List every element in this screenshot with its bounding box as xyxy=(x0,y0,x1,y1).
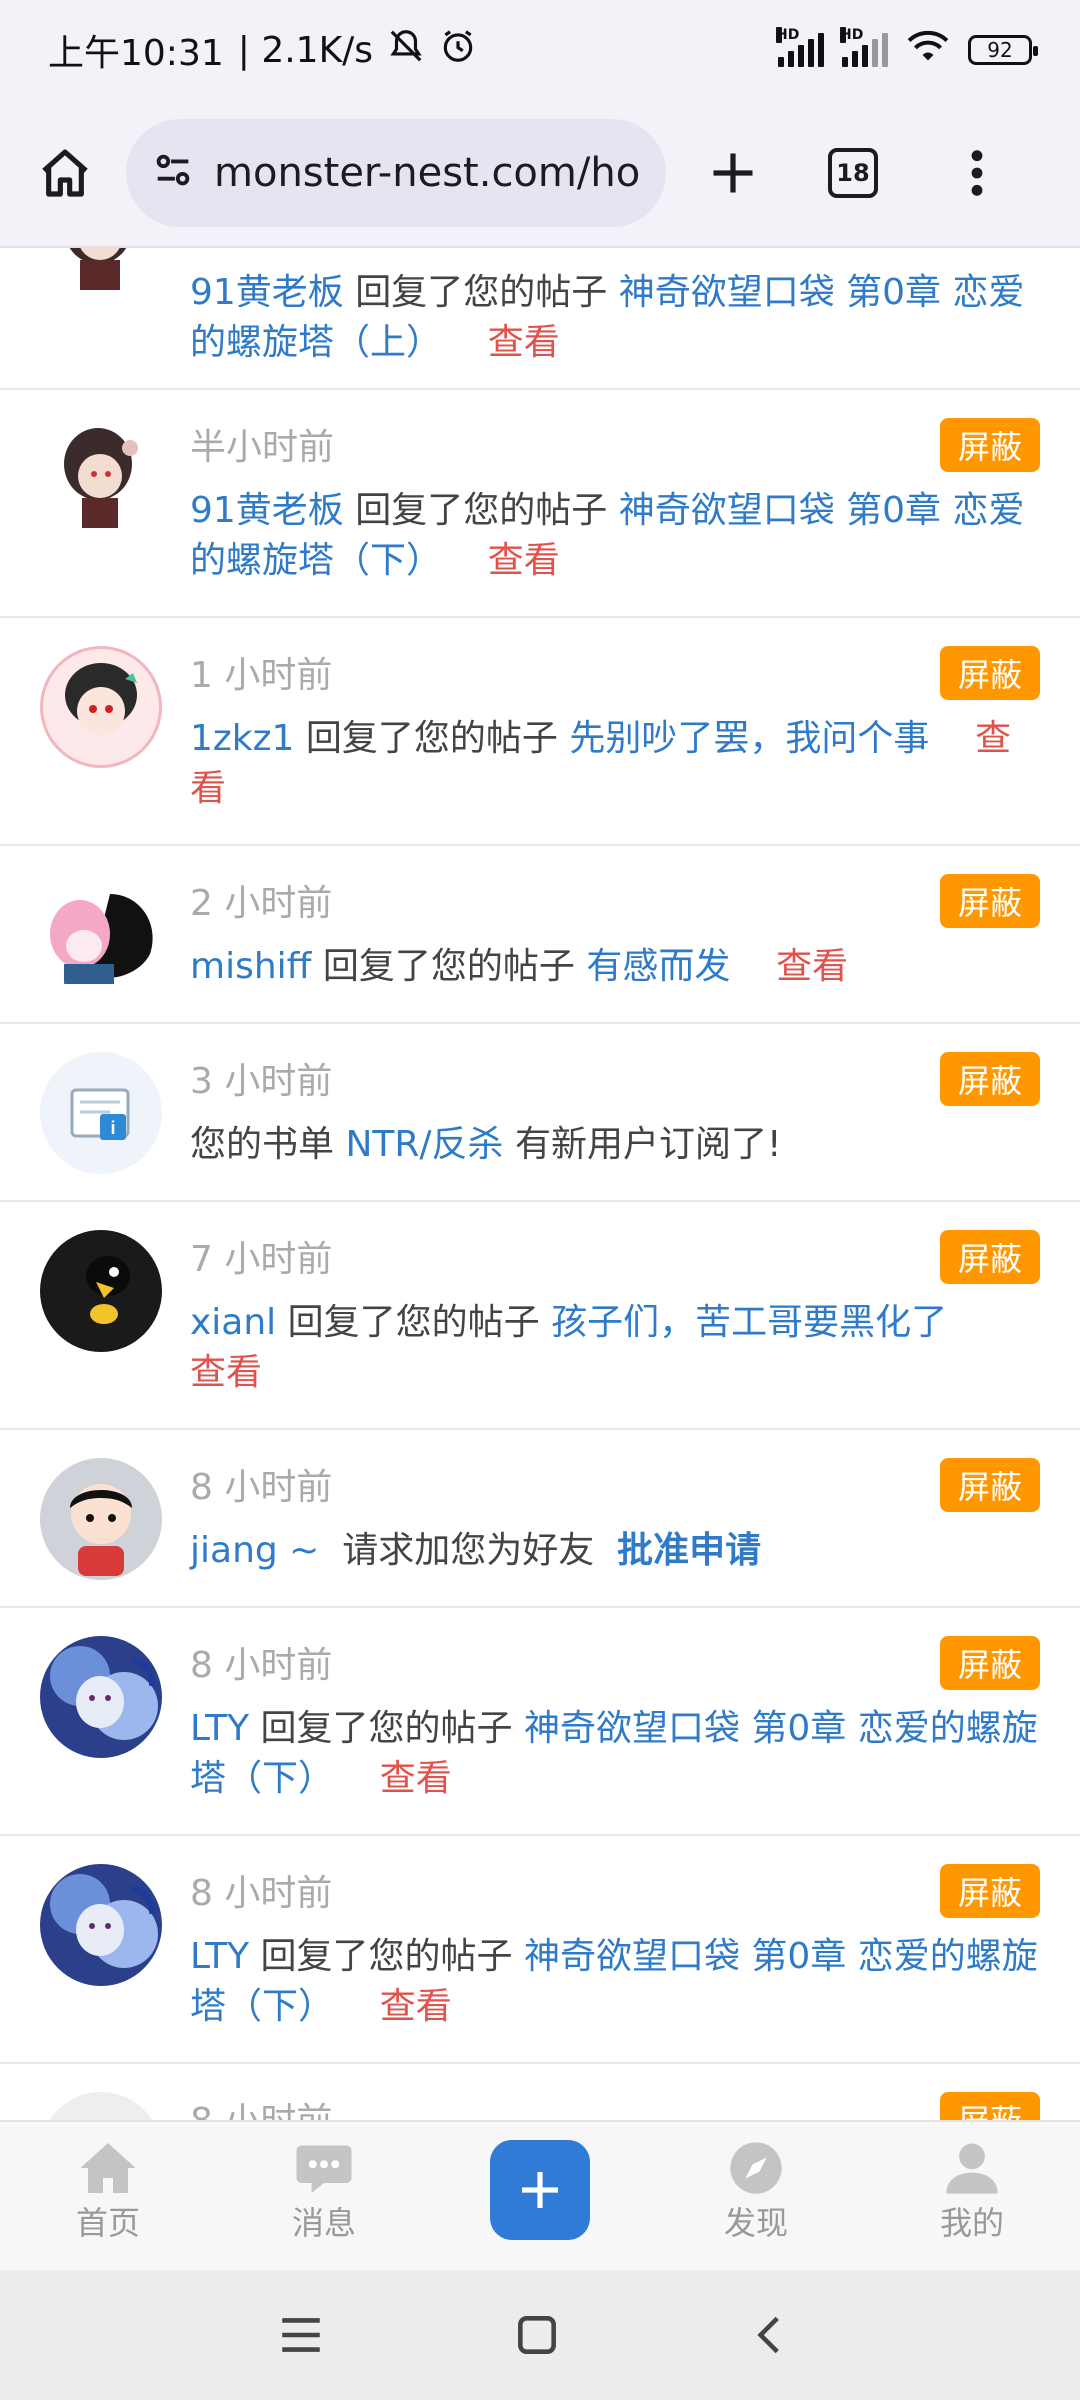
block-button[interactable]: 屏蔽 xyxy=(940,874,1040,928)
nav-mine[interactable]: 我的 xyxy=(892,2140,1052,2244)
list-item: 8 小时前 屏蔽 LTY 回复了您的帖子 神奇欲望口袋 第0章 恋爱的螺旋塔（下… xyxy=(0,1608,1080,1836)
timestamp: 8 小时前 xyxy=(190,2092,332,2120)
message-icon xyxy=(296,2145,352,2193)
notification-list: 91黄老板 回复了您的帖子 神奇欲望口袋 第0章 恋爱的螺旋塔（上） 查看 半小… xyxy=(0,248,1080,2120)
create-post-button[interactable] xyxy=(490,2140,590,2240)
mute-icon xyxy=(387,27,425,74)
plus-icon xyxy=(522,2172,558,2208)
list-item: 8 小时前 屏蔽 LTY 回复了您的帖子 神奇欲望口袋 第0章 恋爱的螺旋塔（下… xyxy=(0,1836,1080,2064)
post-link[interactable]: 有感而发 xyxy=(586,946,730,987)
tab-switcher-button[interactable]: 18 xyxy=(816,136,890,210)
user-icon xyxy=(946,2143,998,2194)
user-link[interactable]: LTY xyxy=(190,1936,249,1977)
avatar[interactable] xyxy=(40,646,162,768)
alarm-icon xyxy=(439,27,477,74)
block-button[interactable]: 屏蔽 xyxy=(940,1864,1040,1918)
booklist-link[interactable]: NTR/反杀 xyxy=(345,1124,503,1165)
signal-icon: HD xyxy=(840,27,888,67)
new-tab-icon[interactable] xyxy=(696,136,770,210)
user-link[interactable]: jiang ~ xyxy=(190,1530,319,1571)
system-notice-icon: i xyxy=(40,1052,162,1174)
list-item: 8 小时前 屏蔽 xyxy=(0,2064,1080,2120)
list-item: 8 小时前 屏蔽 jiang ~ 请求加您为好友 批准申请 xyxy=(0,1430,1080,1608)
home-square-icon[interactable] xyxy=(512,2310,562,2364)
clock: 上午10:31 xyxy=(48,33,224,74)
user-link[interactable]: LTY xyxy=(190,1708,249,1749)
timestamp: 8 小时前 xyxy=(190,1873,333,1914)
timestamp: 8 小时前 xyxy=(190,1467,333,1508)
network-speed: | 2.1K/s xyxy=(237,29,374,71)
menu-icon[interactable] xyxy=(276,2310,326,2364)
back-icon[interactable] xyxy=(746,2310,796,2364)
svg-text:i: i xyxy=(110,1118,115,1138)
block-button[interactable]: 屏蔽 xyxy=(940,1636,1040,1690)
user-link[interactable]: 91黄老板 xyxy=(190,490,344,531)
user-link[interactable]: 1zkz1 xyxy=(190,718,294,759)
view-link[interactable]: 查看 xyxy=(380,1986,452,2027)
post-link[interactable]: 先别吵了罢，我问个事 xyxy=(569,718,929,759)
view-link[interactable]: 查看 xyxy=(488,540,560,581)
timestamp: 1 小时前 xyxy=(190,655,333,696)
block-button[interactable]: 屏蔽 xyxy=(940,1458,1040,1512)
list-item: 7 小时前 屏蔽 xianl 回复了您的帖子 孩子们，苦工哥要黑化了 查看 xyxy=(0,1202,1080,1430)
signal-icon: HD xyxy=(776,27,824,67)
home-icon[interactable] xyxy=(28,136,102,210)
wifi-icon xyxy=(906,28,950,73)
timestamp: 3 小时前 xyxy=(190,1061,333,1102)
approve-request-link[interactable]: 批准申请 xyxy=(617,1530,761,1571)
browser-toolbar: monster-nest.com/ho 18 xyxy=(0,100,1080,248)
timestamp: 半小时前 xyxy=(190,427,335,468)
address-bar[interactable]: monster-nest.com/ho xyxy=(126,119,666,227)
compass-icon xyxy=(730,2142,782,2194)
block-button[interactable]: 屏蔽 xyxy=(940,418,1040,472)
list-item: 1 小时前 屏蔽 1zkz1 回复了您的帖子 先别吵了罢，我问个事 查看 xyxy=(0,618,1080,846)
avatar[interactable] xyxy=(40,2092,162,2120)
timestamp: 7 小时前 xyxy=(190,1239,333,1280)
view-link[interactable]: 查看 xyxy=(488,322,560,363)
avatar[interactable] xyxy=(40,418,162,540)
list-item: 半小时前 屏蔽 91黄老板 回复了您的帖子 神奇欲望口袋 第0章 恋爱的螺旋塔（… xyxy=(0,390,1080,618)
more-menu-icon[interactable] xyxy=(940,136,1014,210)
avatar[interactable] xyxy=(40,248,162,300)
user-link[interactable]: 91黄老板 xyxy=(190,272,344,313)
block-button[interactable]: 屏蔽 xyxy=(940,1052,1040,1106)
view-link[interactable]: 查看 xyxy=(190,1352,262,1393)
list-item: 91黄老板 回复了您的帖子 神奇欲望口袋 第0章 恋爱的螺旋塔（上） 查看 xyxy=(0,248,1080,390)
list-item: i 3 小时前 屏蔽 您的书单 NTR/反杀 有新用户订阅了! xyxy=(0,1024,1080,1202)
site-settings-icon[interactable] xyxy=(150,148,196,198)
timestamp: 8 小时前 xyxy=(190,1645,333,1686)
avatar[interactable] xyxy=(40,1636,162,1758)
status-bar: 上午10:31 | 2.1K/s HD HD 92 xyxy=(0,0,1080,100)
tab-count: 18 xyxy=(828,148,878,198)
block-button[interactable]: 屏蔽 xyxy=(940,2092,1040,2120)
block-button[interactable]: 屏蔽 xyxy=(940,1230,1040,1284)
home-icon xyxy=(80,2143,136,2193)
avatar[interactable] xyxy=(40,1458,162,1580)
block-button[interactable]: 屏蔽 xyxy=(940,646,1040,700)
avatar[interactable] xyxy=(40,1864,162,1986)
avatar[interactable] xyxy=(40,874,162,996)
url-text[interactable]: monster-nest.com/ho xyxy=(214,150,640,196)
post-link[interactable]: 孩子们，苦工哥要黑化了 xyxy=(551,1302,947,1343)
user-link[interactable]: xianl xyxy=(190,1302,276,1343)
nav-home[interactable]: 首页 xyxy=(28,2140,188,2244)
user-link[interactable]: mishiff xyxy=(190,946,311,987)
timestamp: 2 小时前 xyxy=(190,883,333,924)
battery-icon: 92 xyxy=(968,35,1038,65)
avatar[interactable] xyxy=(40,1230,162,1352)
view-link[interactable]: 查看 xyxy=(776,946,848,987)
view-link[interactable]: 查看 xyxy=(380,1758,452,1799)
list-item: 2 小时前 屏蔽 mishiff 回复了您的帖子 有感而发 查看 xyxy=(0,846,1080,1024)
bottom-nav: 首页 消息 发现 我的 xyxy=(0,2120,1080,2270)
nav-discover[interactable]: 发现 xyxy=(676,2140,836,2244)
nav-messages[interactable]: 消息 xyxy=(244,2140,404,2244)
system-navigation-bar xyxy=(0,2270,1080,2400)
